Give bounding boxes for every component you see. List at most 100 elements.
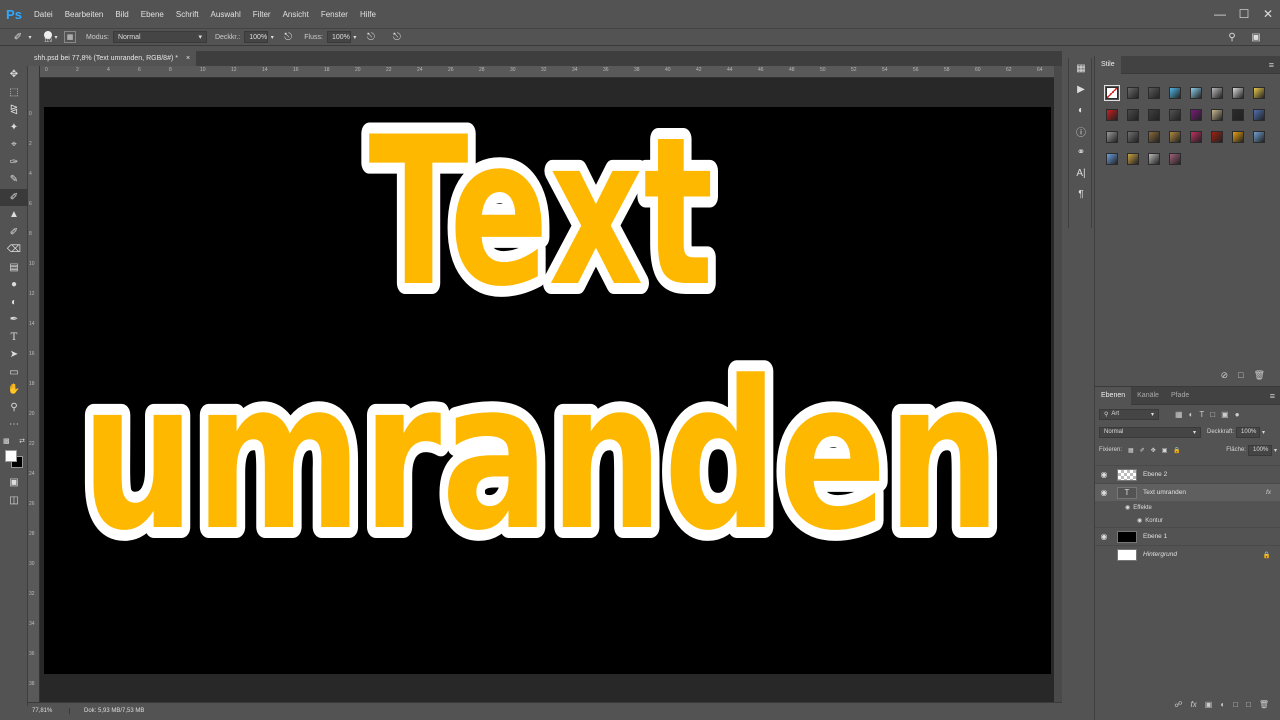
style-swatch[interactable] — [1143, 148, 1164, 170]
flow-field[interactable]: 100% — [326, 31, 351, 43]
airbrush-icon[interactable]: ⎋ — [363, 30, 379, 44]
style-swatch[interactable] — [1101, 82, 1122, 104]
brush-tool-preset-icon[interactable]: ✐ — [10, 30, 26, 44]
eye-icon[interactable]: ◉ — [1125, 504, 1130, 511]
style-swatch[interactable] — [1185, 82, 1206, 104]
blend-mode-select[interactable]: Normal ▾ — [1099, 426, 1201, 438]
new-style-icon[interactable]: □ — [1238, 370, 1243, 380]
marquee-icon[interactable]: ⬚ — [0, 84, 28, 102]
style-swatch[interactable] — [1122, 104, 1143, 126]
paragraph-icon[interactable]: ¶ — [1069, 184, 1093, 205]
clone-source-icon[interactable]: ⚭ — [1069, 142, 1093, 163]
style-swatch[interactable] — [1143, 126, 1164, 148]
shape-icon[interactable]: ▭ — [0, 364, 28, 382]
chevron-down-icon[interactable]: ▾ — [1274, 447, 1277, 454]
path-selection-icon[interactable]: ➤ — [0, 346, 28, 364]
actions-play-icon[interactable]: ▶ — [1069, 79, 1093, 100]
style-swatch[interactable] — [1164, 104, 1185, 126]
style-swatch[interactable] — [1185, 104, 1206, 126]
brush-size-picker[interactable]: 119 — [44, 30, 52, 44]
clear-style-icon[interactable]: ⊘ — [1221, 370, 1229, 381]
style-swatch[interactable] — [1122, 126, 1143, 148]
history-brush-icon[interactable]: ✐ — [0, 224, 28, 242]
filter-smart-icon[interactable]: ▣ — [1221, 410, 1229, 419]
style-swatch[interactable] — [1101, 148, 1122, 170]
lock-transparent-icon[interactable]: ▦ — [1128, 447, 1134, 454]
mode-select[interactable]: Normal ▾ — [112, 31, 207, 43]
link-layers-icon[interactable]: ☍ — [1174, 700, 1182, 714]
layer-name[interactable]: Hintergrund — [1143, 551, 1177, 558]
quick-mask-icon[interactable]: ▣ — [0, 474, 28, 492]
opacity-field[interactable]: 100% — [244, 31, 269, 43]
filter-type-icon[interactable]: T — [1199, 410, 1204, 419]
clone-stamp-icon[interactable]: ▲ — [0, 206, 28, 224]
workspace-icon[interactable]: ▣ — [1248, 30, 1264, 44]
effects-row[interactable]: ◉ Effekte — [1095, 501, 1280, 514]
chevron-down-icon[interactable]: ▾ — [351, 30, 359, 44]
default-colors-icon[interactable]: ▩ ⇄ — [0, 434, 28, 448]
swap-colors-icon[interactable]: ⇄ — [19, 437, 25, 445]
stroke-effect-row[interactable]: ◉ Kontur — [1095, 514, 1280, 527]
style-swatch[interactable] — [1206, 82, 1227, 104]
eye-icon[interactable]: ◉ — [1095, 470, 1113, 479]
healing-brush-icon[interactable]: ✎ — [0, 171, 28, 189]
style-swatch[interactable] — [1143, 82, 1164, 104]
delete-style-icon[interactable]: 🗑 — [1254, 370, 1265, 381]
layer-name[interactable]: Ebene 1 — [1143, 533, 1167, 540]
menu-bild[interactable]: Bild — [109, 10, 134, 19]
layer-filter-select[interactable]: ⚲ Art ▾ — [1099, 408, 1159, 420]
style-swatch[interactable] — [1143, 104, 1164, 126]
history-panel-icon[interactable]: ▦ — [1069, 58, 1093, 79]
new-group-icon[interactable]: □ — [1233, 700, 1238, 714]
layer-name[interactable]: Text umranden — [1143, 489, 1186, 496]
foreground-color-swatch[interactable] — [5, 450, 17, 462]
magic-wand-icon[interactable]: ✦ — [0, 119, 28, 137]
add-style-icon[interactable]: fx — [1191, 700, 1197, 714]
layer-row[interactable]: ◉ Ebene 1 — [1095, 527, 1280, 545]
search-icon[interactable]: ⚲ — [1224, 30, 1240, 44]
adjustments-icon[interactable]: ◐ — [1069, 100, 1093, 121]
style-swatch[interactable] — [1122, 82, 1143, 104]
eraser-icon[interactable]: ⌫ — [0, 241, 28, 259]
style-swatch[interactable] — [1101, 104, 1122, 126]
pressure-size-icon[interactable]: ⎋ — [389, 30, 405, 44]
type-icon[interactable]: T — [0, 329, 28, 347]
hand-icon[interactable]: ✋ — [0, 381, 28, 399]
layer-row[interactable]: ◉ Hintergrund 🔒 — [1095, 545, 1280, 563]
dodge-icon[interactable]: ◐ — [0, 294, 28, 312]
brush-icon[interactable]: ✐ — [0, 188, 28, 206]
menu-auswahl[interactable]: Auswahl — [205, 10, 247, 19]
menu-ansicht[interactable]: Ansicht — [277, 10, 315, 19]
tab-styles[interactable]: Stile — [1095, 55, 1121, 74]
pen-icon[interactable]: ✒ — [0, 311, 28, 329]
style-swatch[interactable] — [1206, 104, 1227, 126]
tab-channels[interactable]: Kanäle — [1131, 387, 1165, 405]
reset-colors-icon[interactable]: ▩ — [3, 437, 10, 445]
style-swatch[interactable] — [1227, 82, 1248, 104]
panel-menu-icon[interactable]: ≡ — [1269, 60, 1274, 70]
style-swatch[interactable] — [1122, 148, 1143, 170]
filter-adjustment-icon[interactable]: ◐ — [1189, 410, 1194, 419]
eye-icon[interactable]: ◉ — [1095, 532, 1113, 541]
fill-field[interactable]: 100% — [1247, 444, 1272, 456]
blur-icon[interactable]: ● — [0, 276, 28, 294]
eye-icon[interactable]: ◉ — [1095, 550, 1113, 559]
tab-layers[interactable]: Ebenen — [1095, 386, 1132, 405]
pressure-opacity-icon[interactable]: ⎋ — [280, 30, 296, 44]
style-swatch[interactable] — [1248, 82, 1269, 104]
horizontal-ruler[interactable]: 0 2 4 6 8 10 12 14 16 18 20 22 24 26 28 30 32 34 36 38 40 42 4… — [40, 66, 1054, 78]
filter-shape-icon[interactable]: □ — [1210, 410, 1215, 419]
zoom-level[interactable]: 77,81% — [28, 707, 70, 714]
style-swatch[interactable] — [1101, 126, 1122, 148]
close-icon[interactable]: ✕ — [1256, 0, 1280, 28]
style-swatch[interactable] — [1248, 104, 1269, 126]
menu-schrift[interactable]: Schrift — [170, 10, 205, 19]
menu-ebene[interactable]: Ebene — [135, 10, 170, 19]
layer-row[interactable]: ◉ Ebene 2 — [1095, 465, 1280, 483]
new-layer-icon[interactable]: □ — [1246, 700, 1251, 714]
menu-datei[interactable]: Datei — [28, 10, 59, 19]
chevron-down-icon[interactable]: ▾ — [268, 30, 276, 44]
more-tools-icon[interactable]: ⋯ — [0, 416, 28, 434]
screen-mode-icon[interactable]: ◫ — [0, 492, 28, 510]
info-icon[interactable]: ⓘ — [1069, 121, 1093, 142]
